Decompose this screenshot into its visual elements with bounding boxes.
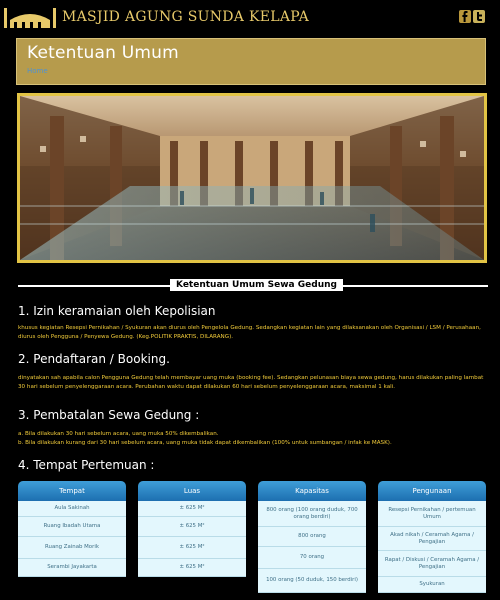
top-bar: MASJID AGUNG SUNDA KELAPA: [0, 0, 500, 34]
hall-interior-photo: [17, 93, 487, 263]
usage-column: Pengunaan Resepsi Pernikahan / pertemuan…: [378, 481, 486, 593]
table-cell: ± 625 M²: [138, 517, 246, 537]
rule-4-title: 4. Tempat Pertemuan :: [18, 458, 155, 472]
column-header: Kapasitas: [258, 481, 366, 501]
rule-3-text-b: b. Bila dilakukan kurang dari 30 hari se…: [18, 440, 392, 446]
page-title: Ketentuan Umum: [27, 43, 179, 63]
table-cell: 800 orang: [258, 527, 366, 547]
rule-2-title: 2. Pendaftaran / Booking.: [18, 352, 170, 366]
table-cell: 100 orang (50 duduk, 150 berdiri): [258, 569, 366, 593]
area-column: Luas ± 625 M² ± 625 M² ± 625 M² ± 625 M²: [138, 481, 246, 577]
section-heading: Ketentuan Umum Sewa Gedung: [170, 279, 343, 291]
table-cell: ± 625 M²: [138, 559, 246, 577]
table-cell: ± 625 M²: [138, 501, 246, 517]
table-cell: 70 orang: [258, 547, 366, 569]
table-cell: Aula Sakinah: [18, 501, 126, 517]
facebook-icon[interactable]: [459, 10, 471, 23]
table-cell: 800 orang (100 orang duduk, 700 orang be…: [258, 501, 366, 527]
column-header: Tempat: [18, 481, 126, 501]
rule-3-title: 3. Pembatalan Sewa Gedung :: [18, 408, 200, 422]
table-cell: Rapat / Diskusi / Ceramah Agama / Pengaj…: [378, 551, 486, 577]
table-cell: Ruang Ibadah Utama: [18, 517, 126, 537]
rule-1-text: khusus kegiatan Resepsi Pernikahan / Syu…: [18, 325, 481, 340]
mosque-logo-icon[interactable]: [2, 6, 58, 30]
page-header: Ketentuan Umum Home: [16, 38, 486, 85]
rule-3-text-a: a. Bila dilakukan 30 hari sebelum acara,…: [18, 431, 219, 437]
table-cell: Resepsi Pernikahan / pertemuan Umum: [378, 501, 486, 527]
rule-2-text: dinyatakan sah apabila calon Pengguna Ge…: [18, 375, 484, 390]
capacity-column: Kapasitas 800 orang (100 orang duduk, 70…: [258, 481, 366, 593]
column-header: Luas: [138, 481, 246, 501]
table-cell: Serambi Jayakarta: [18, 559, 126, 577]
breadcrumb-home-link[interactable]: Home: [27, 67, 48, 75]
table-cell: Syukuran: [378, 577, 486, 593]
twitter-icon[interactable]: [473, 10, 485, 23]
column-header: Pengunaan: [378, 481, 486, 501]
table-cell: ± 625 M²: [138, 537, 246, 559]
rule-1-title: 1. Izin keramaian oleh Kepolisian: [18, 304, 216, 318]
table-cell: Ruang Zainab Morik: [18, 537, 126, 559]
table-cell: Akad nikah / Ceramah Agama / Pengajian: [378, 527, 486, 551]
venue-column: Tempat Aula Sakinah Ruang Ibadah Utama R…: [18, 481, 126, 577]
site-title[interactable]: MASJID AGUNG SUNDA KELAPA: [62, 9, 309, 25]
